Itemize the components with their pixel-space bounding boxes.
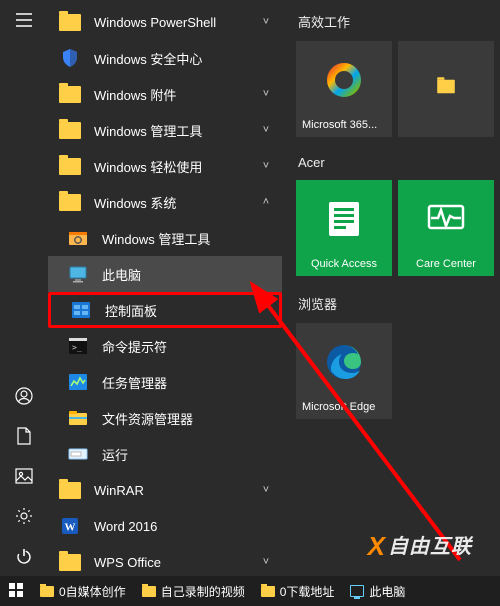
tile-label: Microsoft 365... bbox=[296, 119, 392, 131]
taskbar-label: 0下载地址 bbox=[280, 583, 335, 600]
tile-edge[interactable]: Microsoft Edge bbox=[296, 323, 392, 419]
hamburger-icon[interactable] bbox=[0, 0, 48, 40]
word-icon: W bbox=[58, 514, 82, 538]
shield-icon bbox=[58, 46, 82, 70]
app-label: Windows PowerShell bbox=[94, 15, 258, 30]
app-label: Windows 管理工具 bbox=[102, 229, 274, 248]
taskbar-item-1[interactable]: 0自媒体创作 bbox=[32, 576, 134, 606]
chevron-down-icon: ˅ bbox=[258, 16, 274, 28]
start-button[interactable] bbox=[0, 576, 32, 606]
tile-care-center[interactable]: Care Center bbox=[398, 180, 494, 276]
app-label: Windows 系统 bbox=[94, 193, 258, 212]
documents-icon[interactable] bbox=[0, 416, 48, 456]
run-icon bbox=[66, 442, 90, 466]
app-label: 文件资源管理器 bbox=[102, 409, 274, 428]
folder-small-icon bbox=[435, 41, 457, 131]
start-rail bbox=[0, 0, 48, 576]
chevron-down-icon: ˅ bbox=[258, 484, 274, 496]
app-item-2[interactable]: Windows 附件˅ bbox=[48, 76, 282, 112]
app-label: Windows 附件 bbox=[94, 85, 258, 104]
cmd-icon: >_ bbox=[66, 334, 90, 358]
group-title[interactable]: 高效工作 bbox=[298, 12, 500, 31]
app-item-12[interactable]: 运行 bbox=[48, 436, 282, 472]
control-panel-icon bbox=[69, 298, 93, 322]
app-label: 控制面板 bbox=[105, 301, 271, 320]
app-label: Word 2016 bbox=[94, 519, 274, 534]
app-item-11[interactable]: 文件资源管理器 bbox=[48, 400, 282, 436]
chevron-down-icon: ˅ bbox=[258, 160, 274, 172]
folder-icon bbox=[58, 190, 82, 214]
pictures-icon[interactable] bbox=[0, 456, 48, 496]
admin-tools-icon bbox=[66, 226, 90, 250]
app-item-13[interactable]: WinRAR˅ bbox=[48, 472, 282, 508]
edge-icon bbox=[323, 323, 365, 401]
group-title[interactable]: Acer bbox=[298, 155, 500, 170]
chevron-up-icon: ˄ bbox=[258, 196, 274, 208]
app-item-10[interactable]: 任务管理器 bbox=[48, 364, 282, 400]
settings-icon[interactable] bbox=[0, 496, 48, 536]
app-label: WPS Office bbox=[94, 555, 258, 570]
folder-icon bbox=[58, 118, 82, 142]
tile-folder-small[interactable] bbox=[398, 41, 494, 137]
app-item-8[interactable]: 控制面板 bbox=[48, 292, 282, 328]
quick-access-icon bbox=[321, 180, 367, 258]
taskbar-label: 0自媒体创作 bbox=[59, 583, 126, 600]
folder-icon bbox=[58, 10, 82, 34]
taskbar-label: 自己录制的视频 bbox=[161, 583, 245, 600]
app-item-9[interactable]: >_ 命令提示符 bbox=[48, 328, 282, 364]
svg-text:W: W bbox=[65, 522, 76, 534]
app-label: WinRAR bbox=[94, 483, 258, 498]
folder-icon bbox=[58, 82, 82, 106]
app-label: 此电脑 bbox=[102, 265, 274, 284]
explorer-icon bbox=[66, 406, 90, 430]
this-pc-icon bbox=[66, 262, 90, 286]
care-center-icon bbox=[423, 180, 469, 258]
taskbar-item-3[interactable]: 0下载地址 bbox=[253, 576, 343, 606]
app-item-0[interactable]: Windows PowerShell˅ bbox=[48, 4, 282, 40]
folder-icon bbox=[142, 586, 156, 597]
taskmgr-icon bbox=[66, 370, 90, 394]
taskbar-item-2[interactable]: 自己录制的视频 bbox=[134, 576, 253, 606]
taskbar: 0自媒体创作 自己录制的视频 0下载地址 此电脑 bbox=[0, 576, 500, 606]
start-menu: Windows PowerShell˅Windows 安全中心Windows 附… bbox=[0, 0, 500, 576]
power-icon[interactable] bbox=[0, 536, 48, 576]
app-label: 命令提示符 bbox=[102, 337, 274, 356]
folder-icon bbox=[261, 586, 275, 597]
app-list: Windows PowerShell˅Windows 安全中心Windows 附… bbox=[48, 0, 282, 576]
app-label: 运行 bbox=[102, 445, 274, 464]
user-icon[interactable] bbox=[0, 376, 48, 416]
folder-icon bbox=[40, 586, 54, 597]
app-item-6[interactable]: Windows 管理工具 bbox=[48, 220, 282, 256]
app-item-1[interactable]: Windows 安全中心 bbox=[48, 40, 282, 76]
folder-icon bbox=[58, 154, 82, 178]
app-item-14[interactable]: W Word 2016 bbox=[48, 508, 282, 544]
folder-icon bbox=[58, 550, 82, 574]
app-item-15[interactable]: WPS Office˅ bbox=[48, 544, 282, 576]
app-label: Windows 管理工具 bbox=[94, 121, 258, 140]
app-label: 任务管理器 bbox=[102, 373, 274, 392]
tile-label: Quick Access bbox=[296, 258, 392, 270]
taskbar-label: 此电脑 bbox=[369, 583, 405, 600]
tile-label: Care Center bbox=[398, 258, 494, 270]
tile-label: Microsoft Edge bbox=[296, 401, 392, 413]
chevron-down-icon: ˅ bbox=[258, 88, 274, 100]
group-title[interactable]: 浏览器 bbox=[298, 294, 500, 313]
app-item-7[interactable]: 此电脑 bbox=[48, 256, 282, 292]
m365-icon bbox=[324, 41, 364, 119]
app-item-4[interactable]: Windows 轻松使用˅ bbox=[48, 148, 282, 184]
taskbar-item-4[interactable]: 此电脑 bbox=[342, 576, 413, 606]
pc-icon bbox=[350, 585, 364, 597]
folder-icon bbox=[58, 478, 82, 502]
app-label: Windows 轻松使用 bbox=[94, 157, 258, 176]
app-item-3[interactable]: Windows 管理工具˅ bbox=[48, 112, 282, 148]
start-icon bbox=[8, 582, 24, 601]
tile-m365[interactable]: Microsoft 365... bbox=[296, 41, 392, 137]
chevron-down-icon: ˅ bbox=[258, 556, 274, 568]
app-label: Windows 安全中心 bbox=[94, 49, 274, 68]
app-item-5[interactable]: Windows 系统˄ bbox=[48, 184, 282, 220]
chevron-down-icon: ˅ bbox=[258, 124, 274, 136]
svg-text:>_: >_ bbox=[72, 343, 82, 352]
tiles-panel: 高效工作 Microsoft 365... Acer Quick Access C… bbox=[282, 0, 500, 576]
tile-quick-access[interactable]: Quick Access bbox=[296, 180, 392, 276]
